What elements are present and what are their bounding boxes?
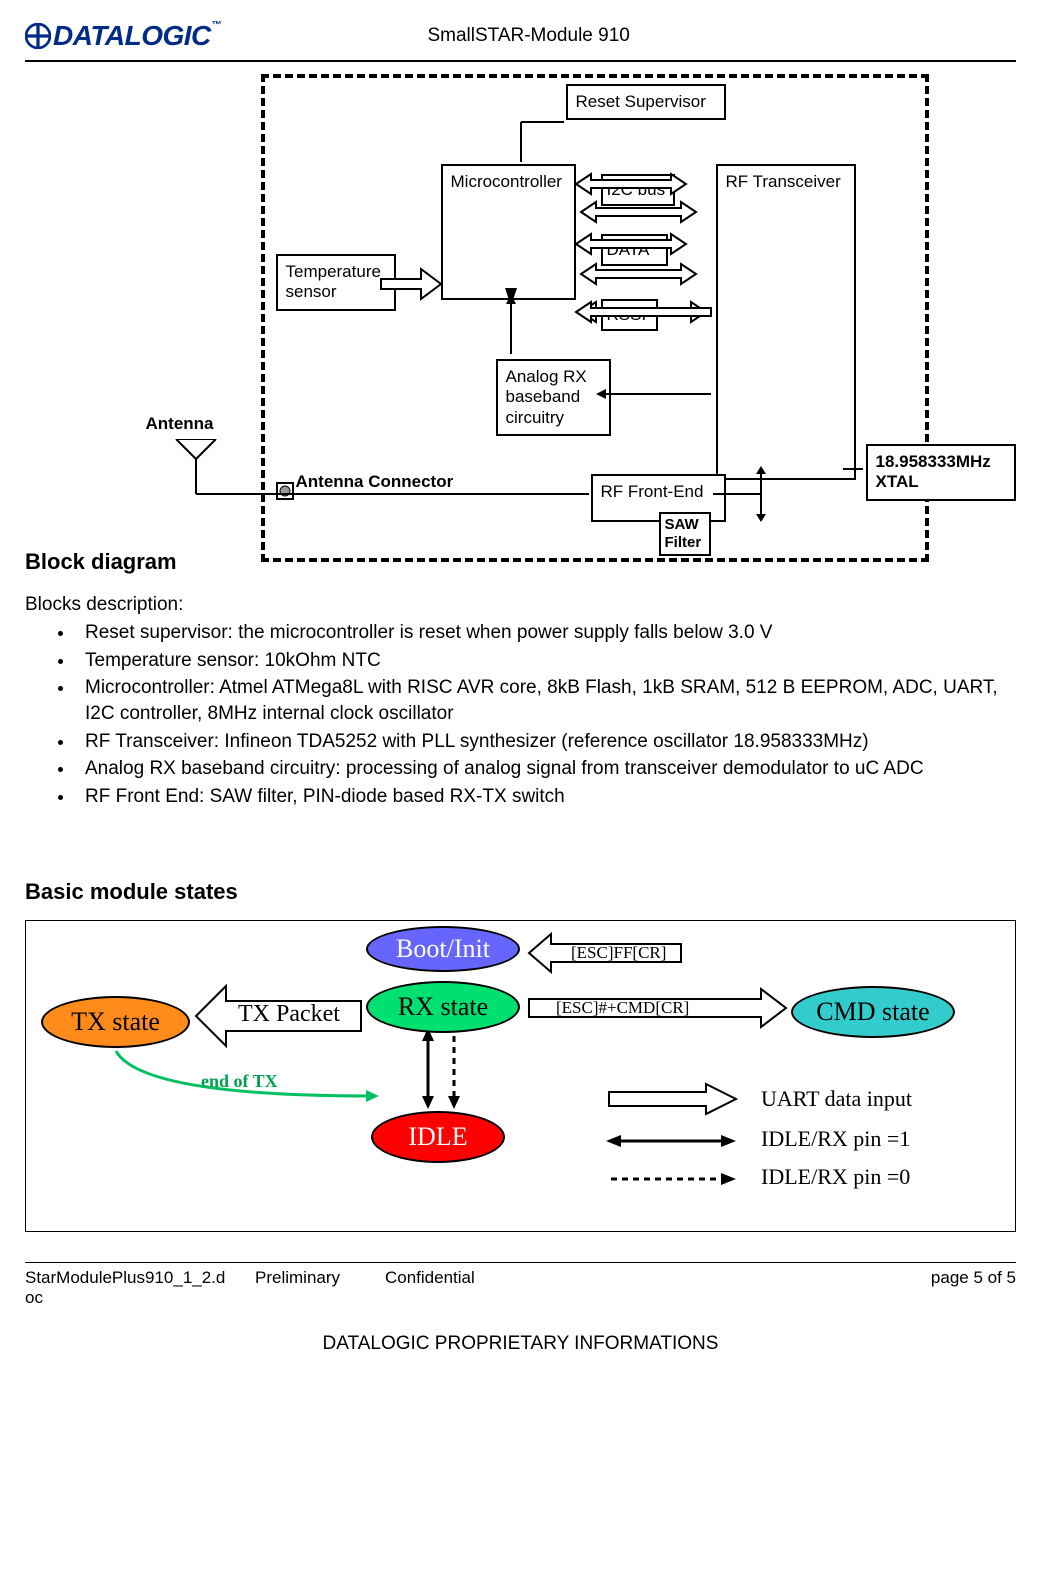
logo-tm: ™	[212, 20, 222, 31]
end-of-tx-label: end of TX	[201, 1071, 278, 1092]
tx-packet-label: TX Packet	[238, 1001, 340, 1028]
legend-pin1-label: IDLE/RX pin =1	[761, 1126, 910, 1152]
rx-state: RX state	[366, 981, 520, 1033]
legend-pin0-icon	[606, 1169, 746, 1189]
rx-idle-solid-arrow-icon	[418, 1031, 438, 1111]
blocks-description-list: Reset supervisor: the microcontroller is…	[75, 620, 1016, 809]
legend-pin1-icon	[606, 1131, 746, 1151]
cmd-state: CMD state	[791, 986, 955, 1038]
legend-uart-icon	[606, 1081, 746, 1121]
diagram-arrows	[81, 74, 961, 574]
legend-uart-label: UART data input	[761, 1086, 912, 1112]
list-item: Microcontroller: Atmel ATMega8L with RIS…	[75, 675, 1016, 726]
datalogic-icon	[25, 23, 51, 49]
idle-state: IDLE	[371, 1111, 505, 1163]
legend-pin0-label: IDLE/RX pin =0	[761, 1164, 910, 1190]
esc-cmd-label: [ESC]#+CMD[CR]	[556, 998, 689, 1018]
state-diagram: Boot/Init TX state RX state CMD state ID…	[25, 920, 1016, 1232]
document-title: SmallSTAR-Module 910	[221, 25, 1016, 47]
list-item: RF Front End: SAW filter, PIN-diode base…	[75, 784, 1016, 810]
footer-confidential: Confidential	[385, 1268, 886, 1288]
footer-doc-suffix: oc	[25, 1288, 1016, 1308]
logo-text: DATALOGIC	[53, 20, 211, 52]
list-item: Analog RX baseband circuitry: processing…	[75, 756, 1016, 782]
page-footer: StarModulePlus910_1_2.d Preliminary Conf…	[25, 1262, 1016, 1355]
esc-ff-label: [ESC]FF[CR]	[571, 943, 666, 963]
list-item: RF Transceiver: Infineon TDA5252 with PL…	[75, 729, 1016, 755]
list-item: Reset supervisor: the microcontroller is…	[75, 620, 1016, 646]
list-item: Temperature sensor: 10kOhm NTC	[75, 648, 1016, 674]
states-heading: Basic module states	[25, 879, 1016, 905]
footer-page: page 5 of 5	[886, 1268, 1016, 1288]
footer-proprietary: DATALOGIC PROPRIETARY INFORMATIONS	[25, 1333, 1016, 1355]
tx-state: TX state	[41, 996, 190, 1048]
boot-init-state: Boot/Init	[366, 926, 520, 972]
footer-status: Preliminary	[255, 1268, 385, 1288]
block-diagram: Reset Supervisor Microcontroller I2C bus…	[81, 74, 961, 574]
rx-idle-dotted-arrow-icon	[444, 1031, 464, 1111]
page-header: DATALOGIC ™ SmallSTAR-Module 910	[25, 20, 1016, 62]
blocks-description-intro: Blocks description:	[25, 594, 1016, 616]
footer-doc: StarModulePlus910_1_2.d	[25, 1268, 255, 1288]
company-logo: DATALOGIC ™	[25, 20, 221, 52]
